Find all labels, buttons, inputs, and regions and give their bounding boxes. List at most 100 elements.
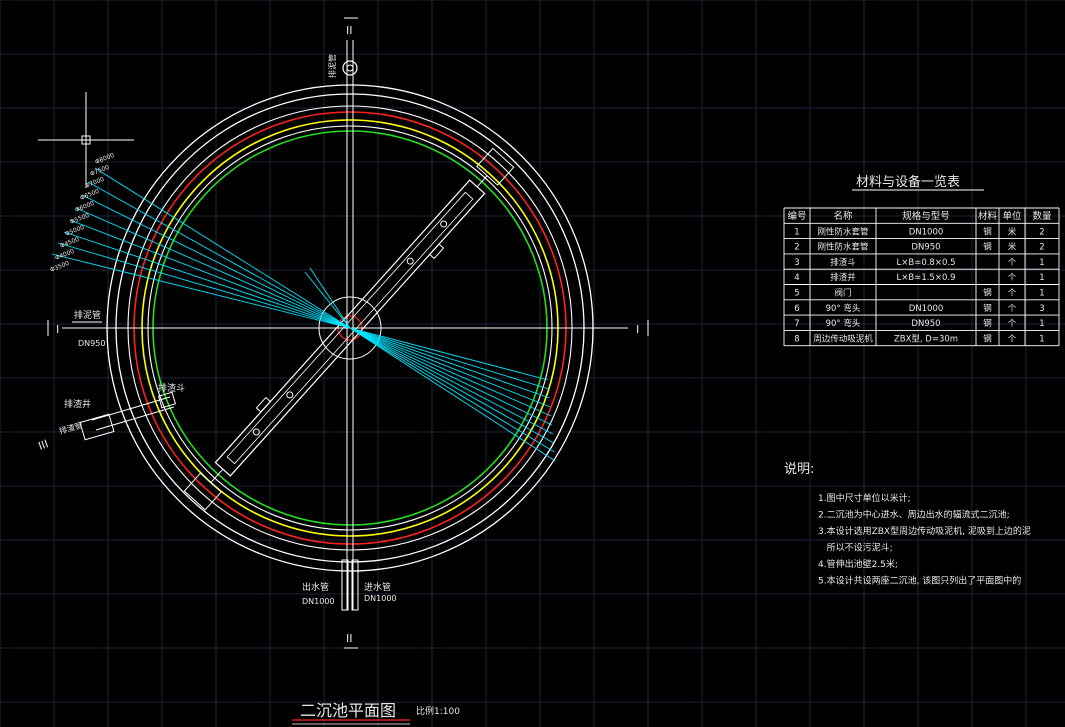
drawing-scale: 比例1:100 xyxy=(416,705,460,717)
table-cell: 1 xyxy=(1039,334,1044,344)
table-cells: 编号 名称 规格与型号 材料 单位 数量1 刚性防水套管 DN1000 钢米 22 刚性防水套管 DN… xyxy=(787,210,1052,344)
section-mark-bottom: II xyxy=(346,632,353,645)
outlet-dn-label: DN1000 xyxy=(302,597,335,606)
table-cell: DN950 xyxy=(911,319,940,329)
table-cell: 5 xyxy=(794,289,799,299)
table-cell: 个 xyxy=(1008,258,1017,268)
table-title: 材料与设备一览表 xyxy=(856,174,960,190)
table-cell: 90° 弯头 xyxy=(826,303,861,314)
table-header-cell: 单位 xyxy=(1002,210,1022,222)
note-line: 5.本设计共设两座二沉池, 该图只列出了平面图中的 xyxy=(818,575,1021,587)
table-cell: L×B=1.5×0.9 xyxy=(897,273,956,283)
leader-line xyxy=(349,327,554,444)
table-cell: 8 xyxy=(794,334,799,344)
overflow-dn-label: DN950 xyxy=(78,339,105,348)
table-cell: 米 xyxy=(1008,226,1017,237)
overflow-pipe-label: 排泥管 xyxy=(74,309,101,321)
table-cell: DN1000 xyxy=(909,227,944,237)
notes-lines: 1.图中尺寸单位以米计; 2.二沉池为中心进水、周边出水的辐流式二沉池; 3.本设计… xyxy=(818,492,1031,587)
table-cell: 排渣井 xyxy=(830,272,856,283)
leader-label: Φ6500 xyxy=(79,188,100,202)
table-cell: 排渣斗 xyxy=(830,257,856,268)
table-cell: 周边传动吸泥机 xyxy=(813,333,873,344)
note-line: 4.管伸出池壁2.5米; xyxy=(818,558,898,570)
bottom-pipes xyxy=(341,559,359,611)
cad-cursor xyxy=(38,92,134,188)
table-cell: 个 xyxy=(1008,319,1017,329)
leader-line xyxy=(349,327,556,462)
leader-line xyxy=(349,327,555,453)
top-valve-core xyxy=(346,64,354,72)
table-header-cell: 材料 xyxy=(978,210,998,222)
table-cell: 1 xyxy=(1039,289,1044,299)
leader-labels: Φ8000Φ7500Φ7000Φ6500Φ6000Φ5500Φ5000Φ4500… xyxy=(49,152,115,274)
table-header-cell: 名称 xyxy=(833,210,853,222)
bridge-node xyxy=(440,220,448,228)
table-cell: 1 xyxy=(1039,273,1044,283)
leader-label: Φ7000 xyxy=(84,176,105,190)
note-line: 1.图中尺寸单位以米计; xyxy=(818,492,911,504)
section-mark-top: II xyxy=(346,24,353,37)
table-cell: 2 xyxy=(1039,243,1044,253)
table-cell: 1 xyxy=(794,227,799,237)
notes-heading: 说明: xyxy=(784,462,814,477)
cad-drawing-canvas[interactable]: I I II II III 排泥管 DN950 出水管 DN1000 进水管 D… xyxy=(0,0,1065,727)
leader-line xyxy=(94,167,351,329)
table-cell: 2 xyxy=(794,243,799,253)
table-cell: 阀门 xyxy=(834,288,851,299)
section-mark-left: I xyxy=(56,323,59,336)
table-cell: 1 xyxy=(1039,319,1044,329)
dimension-leaders xyxy=(51,167,556,462)
leader-line xyxy=(69,219,351,329)
table-header-cell: 编号 xyxy=(787,210,806,222)
drawing-title: 二沉池平面图 xyxy=(300,701,396,720)
table-cell: 钢 xyxy=(983,242,992,253)
outlet-pipe-label: 出水管 xyxy=(302,581,329,593)
table-cell: ZBX型, D=30m xyxy=(894,334,958,344)
bridge-node xyxy=(406,257,414,265)
background-grid xyxy=(0,0,1065,727)
scum-pipe-label: 排渣管 xyxy=(58,420,84,436)
table-cell: 3 xyxy=(794,258,799,268)
table-cell: 刚性防水套管 xyxy=(817,226,868,237)
top-pipe-label: 排泥管 xyxy=(327,54,337,78)
bridge-node xyxy=(286,391,294,399)
note-line: 所以不设污泥斗; xyxy=(818,542,893,554)
clarifier-plan: I I II II III 排泥管 DN950 出水管 DN1000 进水管 D… xyxy=(37,17,649,725)
section-mark-lower-left: III xyxy=(37,437,51,453)
table-cell: 6 xyxy=(794,304,799,314)
table-cell: 个 xyxy=(1008,289,1017,299)
table-cell: 刚性防水套管 xyxy=(817,242,868,253)
notes-block: 说明: 1.图中尺寸单位以米计; 2.二沉池为中心进水、周边出水的辐流式二沉池; 3… xyxy=(784,462,1031,587)
table-cell: 钢 xyxy=(983,333,992,344)
material-table: 材料与设备一览表 编号 名称 规格与型号 材料 单位 数量1 刚性防水套管 DN1000 钢米 2… xyxy=(783,174,1060,347)
scum-hopper-label: 排渣斗 xyxy=(158,382,185,394)
table-cell: 7 xyxy=(794,319,799,329)
table-cell: 4 xyxy=(794,273,799,283)
table-cell: 钢 xyxy=(983,303,992,314)
table-cell: 2 xyxy=(1039,227,1044,237)
scraper-bridge xyxy=(183,147,515,511)
section-mark-right: I xyxy=(636,323,639,336)
leader-label: Φ3500 xyxy=(49,260,70,274)
table-cell: 个 xyxy=(1008,273,1017,283)
inlet-dn-label: DN1000 xyxy=(364,594,397,603)
table-cell: 钢 xyxy=(983,288,992,299)
leader-line xyxy=(349,327,549,381)
leader-line xyxy=(349,327,550,399)
leader-line xyxy=(349,327,551,408)
note-line: 3.本设计选用ZBX型周边传动吸泥机, 泥吸到上边的泥 xyxy=(818,525,1031,537)
table-cell: 90° 弯头 xyxy=(826,318,861,329)
top-valve xyxy=(342,60,358,76)
table-cell: DN1000 xyxy=(909,304,944,314)
table-cell: DN950 xyxy=(911,243,940,253)
note-line: 2.二沉池为中心进水、周边出水的辐流式二沉池; xyxy=(818,509,1010,521)
leader-label: Φ4000 xyxy=(54,248,75,262)
table-cell: 1 xyxy=(1039,258,1044,268)
table-cell: 个 xyxy=(1008,334,1017,344)
leader-label: Φ4500 xyxy=(59,236,80,250)
table-cell: 3 xyxy=(1039,304,1044,314)
table-cell: L×B=0.8×0.5 xyxy=(897,258,956,268)
table-cell: 钢 xyxy=(983,318,992,329)
inlet-pipe-label: 进水管 xyxy=(364,581,391,593)
